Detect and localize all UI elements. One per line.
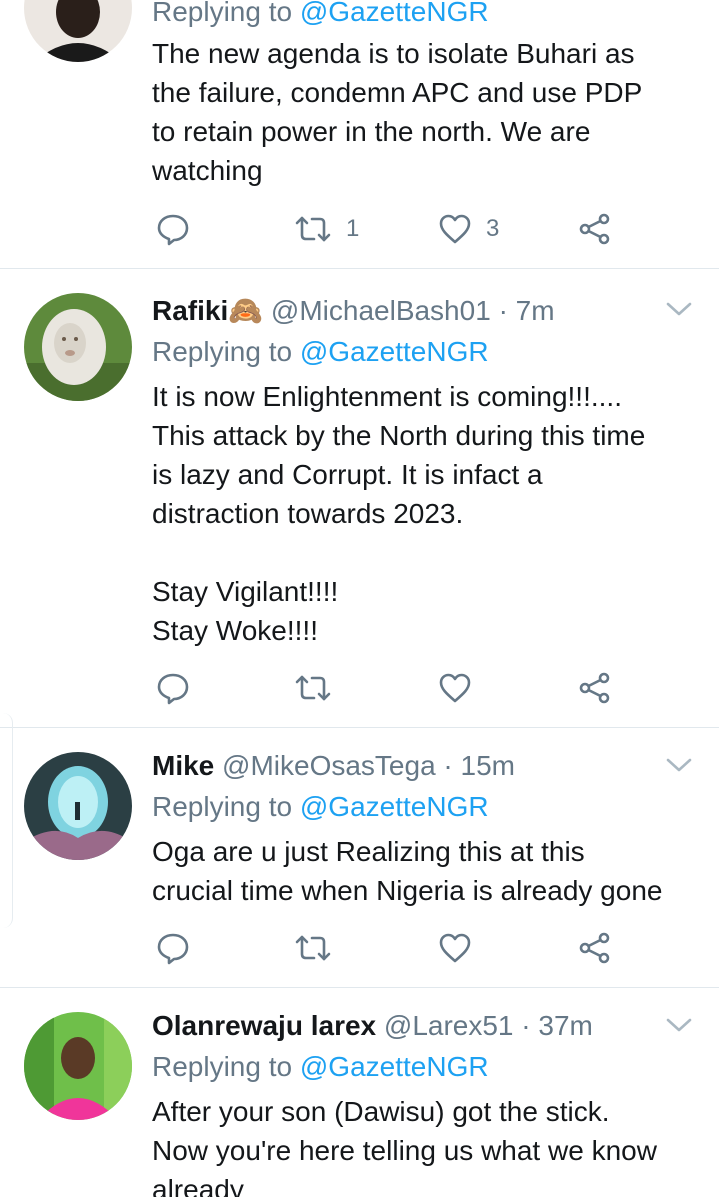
share-icon xyxy=(579,932,610,964)
chevron-down-icon[interactable] xyxy=(665,1011,693,1039)
retweet-button[interactable]: 1 xyxy=(294,209,359,249)
user-handle[interactable]: @MikeOsasTega xyxy=(222,750,436,781)
tweet-header: Rafiki🙈 @MichaelBash01 · 7m xyxy=(152,295,555,326)
tweet-1[interactable]: Rafiki🙈 @MichaelBash01 · 7m Replying to … xyxy=(0,269,719,727)
retweet-button[interactable] xyxy=(294,928,332,968)
display-name[interactable]: Olanrewaju larex xyxy=(152,1010,376,1041)
retweet-button[interactable] xyxy=(294,668,332,708)
timestamp[interactable]: 15m xyxy=(461,750,515,781)
share-icon xyxy=(579,672,610,704)
heart-icon xyxy=(439,933,471,963)
replying-to: Replying to @GazetteNGR xyxy=(152,336,489,367)
mention-link[interactable]: @GazetteNGR xyxy=(300,1051,489,1082)
avatar[interactable] xyxy=(24,1012,132,1120)
replying-to: Replying to @GazetteNGR xyxy=(152,1051,489,1082)
avatar[interactable] xyxy=(24,752,132,860)
tweet-text: It is now Enlightenment is coming!!!....… xyxy=(152,381,646,646)
tweet-actions: 1 3 xyxy=(152,209,632,249)
tweet-0[interactable]: Replying to @GazetteNGR The new agenda i… xyxy=(0,0,719,268)
tweet-header: Mike @MikeOsasTega · 15m xyxy=(152,750,515,781)
retweet-icon xyxy=(295,216,331,242)
tweet-2[interactable]: Mike @MikeOsasTega · 15m Replying to @Ga… xyxy=(0,728,719,987)
chevron-down-icon[interactable] xyxy=(665,751,693,779)
heart-icon xyxy=(439,214,471,244)
reply-button[interactable] xyxy=(156,668,190,708)
reply-button[interactable] xyxy=(156,928,190,968)
tweet-text: The new agenda is to isolate Buhari as t… xyxy=(152,38,643,186)
avatar[interactable] xyxy=(24,0,132,62)
share-icon xyxy=(579,213,610,245)
like-button[interactable] xyxy=(438,668,472,708)
heart-icon xyxy=(439,673,471,703)
tweet-actions xyxy=(152,668,632,708)
retweet-icon xyxy=(295,935,331,961)
share-button[interactable] xyxy=(578,209,612,249)
side-panel-edge xyxy=(0,713,13,928)
replying-to: Replying to @GazetteNGR xyxy=(152,0,489,32)
like-button[interactable]: 3 xyxy=(438,209,499,249)
tweet-header: Olanrewaju larex @Larex51 · 37m xyxy=(152,1010,593,1041)
reply-button[interactable] xyxy=(156,209,190,249)
retweet-count: 1 xyxy=(346,215,360,242)
share-button[interactable] xyxy=(578,668,612,708)
reply-icon xyxy=(157,214,189,246)
reply-icon xyxy=(157,673,189,705)
reply-icon xyxy=(157,933,189,965)
replying-to: Replying to @GazetteNGR xyxy=(152,791,489,822)
like-count: 3 xyxy=(486,215,500,242)
avatar[interactable] xyxy=(24,293,132,401)
timestamp[interactable]: 37m xyxy=(538,1010,592,1041)
mention-link[interactable]: @GazetteNGR xyxy=(300,336,489,367)
display-name[interactable]: Mike xyxy=(152,750,214,781)
mention-link[interactable]: @GazetteNGR xyxy=(300,791,489,822)
mention-link[interactable]: @GazetteNGR xyxy=(300,0,489,27)
user-handle[interactable]: @MichaelBash01 xyxy=(271,295,491,326)
chevron-down-icon[interactable] xyxy=(665,295,693,323)
timestamp[interactable]: 7m xyxy=(516,295,555,326)
display-name[interactable]: Rafiki🙈 xyxy=(152,295,263,326)
like-button[interactable] xyxy=(438,928,472,968)
user-handle[interactable]: @Larex51 xyxy=(384,1010,514,1041)
tweet-text: After your son (Dawisu) got the stick. N… xyxy=(152,1096,657,1197)
tweet-actions xyxy=(152,928,632,968)
tweet-text: Oga are u just Realizing this at this cr… xyxy=(152,836,663,906)
tweet-3[interactable]: Olanrewaju larex @Larex51 · 37m Replying… xyxy=(0,988,719,1197)
share-button[interactable] xyxy=(578,928,612,968)
retweet-icon xyxy=(295,675,331,701)
